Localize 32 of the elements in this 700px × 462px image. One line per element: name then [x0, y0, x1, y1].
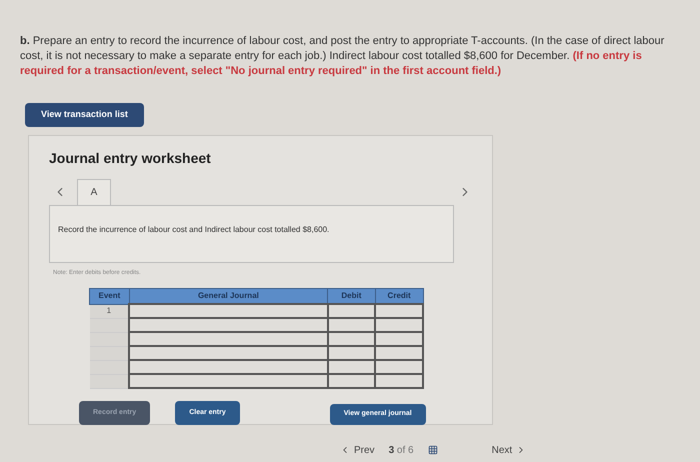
event-cell — [90, 346, 130, 360]
account-field[interactable] — [129, 374, 328, 388]
next-button[interactable]: Next — [492, 442, 526, 458]
event-cell — [90, 374, 130, 388]
worksheet-title: Journal entry worksheet — [49, 148, 212, 168]
event-cell: 1 — [90, 304, 130, 318]
credit-field[interactable] — [375, 332, 423, 346]
view-transaction-list-button[interactable]: View transaction list — [25, 103, 144, 126]
debit-field[interactable] — [328, 304, 376, 318]
credit-field[interactable] — [375, 360, 423, 374]
account-field[interactable] — [129, 346, 328, 360]
account-field[interactable] — [129, 304, 328, 318]
column-header: Debit — [328, 288, 376, 304]
grid-icon[interactable] — [428, 445, 438, 455]
description-text: Record the incurrence of labour cost and Indirect labour cost totalled $8,600. — [58, 224, 330, 234]
entry-tab[interactable]: A — [77, 178, 111, 204]
credit-field[interactable] — [375, 346, 423, 360]
account-field[interactable] — [129, 318, 328, 332]
event-cell — [90, 318, 130, 332]
column-header: Credit — [375, 288, 423, 304]
credit-field[interactable] — [375, 304, 423, 318]
question-text: b. Prepare an entry to record the incurrence of labour cost, and post the entry to appropriate T-accounts. (In the case of direct labour cost, it is not necessary to make a separate entry for each job.) Indirect labour cost totalled $8,600 for December. (If no entry is required for a transaction/event, select "No journal entry required" in the first account field.) — [20, 34, 666, 79]
event-cell — [90, 332, 130, 346]
credit-field[interactable] — [375, 318, 423, 332]
prev-button[interactable]: Prev — [340, 442, 375, 458]
event-cell — [90, 360, 130, 374]
column-header: Event — [90, 288, 130, 304]
column-header: General Journal — [129, 288, 328, 304]
account-field[interactable] — [129, 360, 328, 374]
account-field[interactable] — [129, 332, 328, 346]
page-indicator: 3 of 6 — [388, 444, 414, 458]
credit-field[interactable] — [375, 374, 423, 388]
